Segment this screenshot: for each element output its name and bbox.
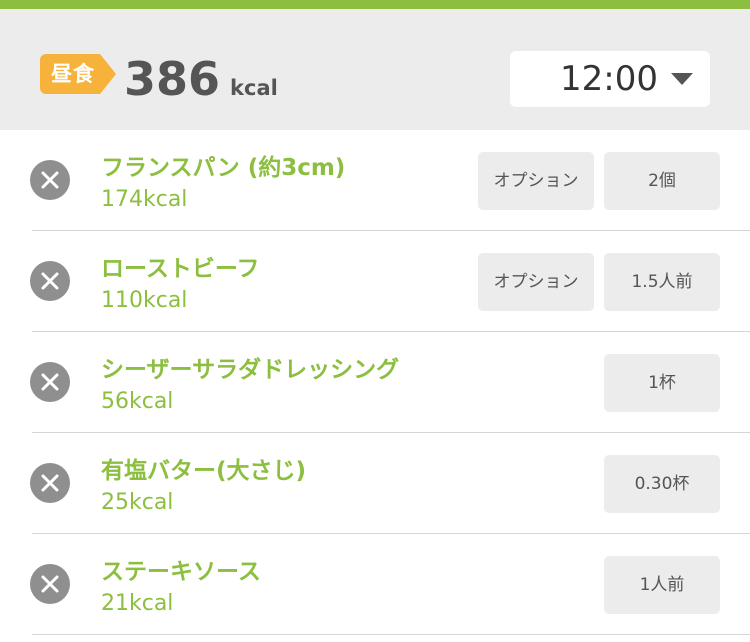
food-item-row: ステーキソース 21kcal 1人前 — [0, 534, 750, 635]
delete-item-button[interactable] — [30, 261, 70, 301]
quantity-button[interactable]: 1人前 — [604, 556, 720, 614]
meal-time-select[interactable]: 12:00 — [510, 51, 710, 107]
food-item-row: 有塩バター(大さじ) 25kcal 0.30杯 — [0, 433, 750, 534]
quantity-button[interactable]: 1杯 — [604, 354, 720, 412]
quantity-button[interactable]: 2個 — [604, 152, 720, 210]
food-item-kcal: 56kcal — [101, 389, 174, 414]
food-item-name[interactable]: フランスパン (約3cm) — [101, 148, 345, 182]
top-accent-bar — [0, 0, 750, 9]
close-icon — [41, 171, 59, 189]
delete-item-button[interactable] — [30, 160, 70, 200]
food-item-name[interactable]: シーザーサラダドレッシング — [101, 350, 399, 384]
food-item-row: フランスパン (約3cm) 174kcal オプション 2個 — [0, 130, 750, 231]
close-icon — [41, 272, 59, 290]
food-item-row: シーザーサラダドレッシング 56kcal 1杯 — [0, 332, 750, 433]
total-calories: 386 kcal — [124, 49, 278, 109]
close-icon — [41, 373, 59, 391]
delete-item-button[interactable] — [30, 463, 70, 503]
meal-header: 昼食 386 kcal 12:00 — [0, 9, 750, 130]
total-calories-value: 386 — [124, 52, 221, 106]
delete-item-button[interactable] — [30, 564, 70, 604]
meal-type-label: 昼食 — [51, 62, 95, 86]
food-item-row: ローストビーフ 110kcal オプション 1.5人前 — [0, 231, 750, 332]
food-item-kcal: 174kcal — [101, 187, 188, 212]
close-icon — [41, 575, 59, 593]
chevron-down-icon — [671, 73, 693, 85]
food-item-name[interactable]: ローストビーフ — [101, 249, 259, 283]
option-button[interactable]: オプション — [478, 152, 594, 210]
food-item-list: フランスパン (約3cm) 174kcal オプション 2個 ローストビーフ 1… — [0, 130, 750, 635]
quantity-button[interactable]: 0.30杯 — [604, 455, 720, 513]
meal-type-badge: 昼食 — [40, 54, 116, 94]
food-item-kcal: 110kcal — [101, 288, 188, 313]
row-divider — [32, 634, 750, 635]
meal-time-value: 12:00 — [560, 59, 658, 99]
close-icon — [41, 474, 59, 492]
food-item-name[interactable]: ステーキソース — [101, 552, 261, 586]
food-item-name[interactable]: 有塩バター(大さじ) — [101, 451, 306, 485]
food-item-kcal: 25kcal — [101, 490, 174, 515]
quantity-button[interactable]: 1.5人前 — [604, 253, 720, 311]
food-item-kcal: 21kcal — [101, 591, 174, 616]
total-calories-unit: kcal — [230, 76, 278, 100]
option-button[interactable]: オプション — [478, 253, 594, 311]
delete-item-button[interactable] — [30, 362, 70, 402]
